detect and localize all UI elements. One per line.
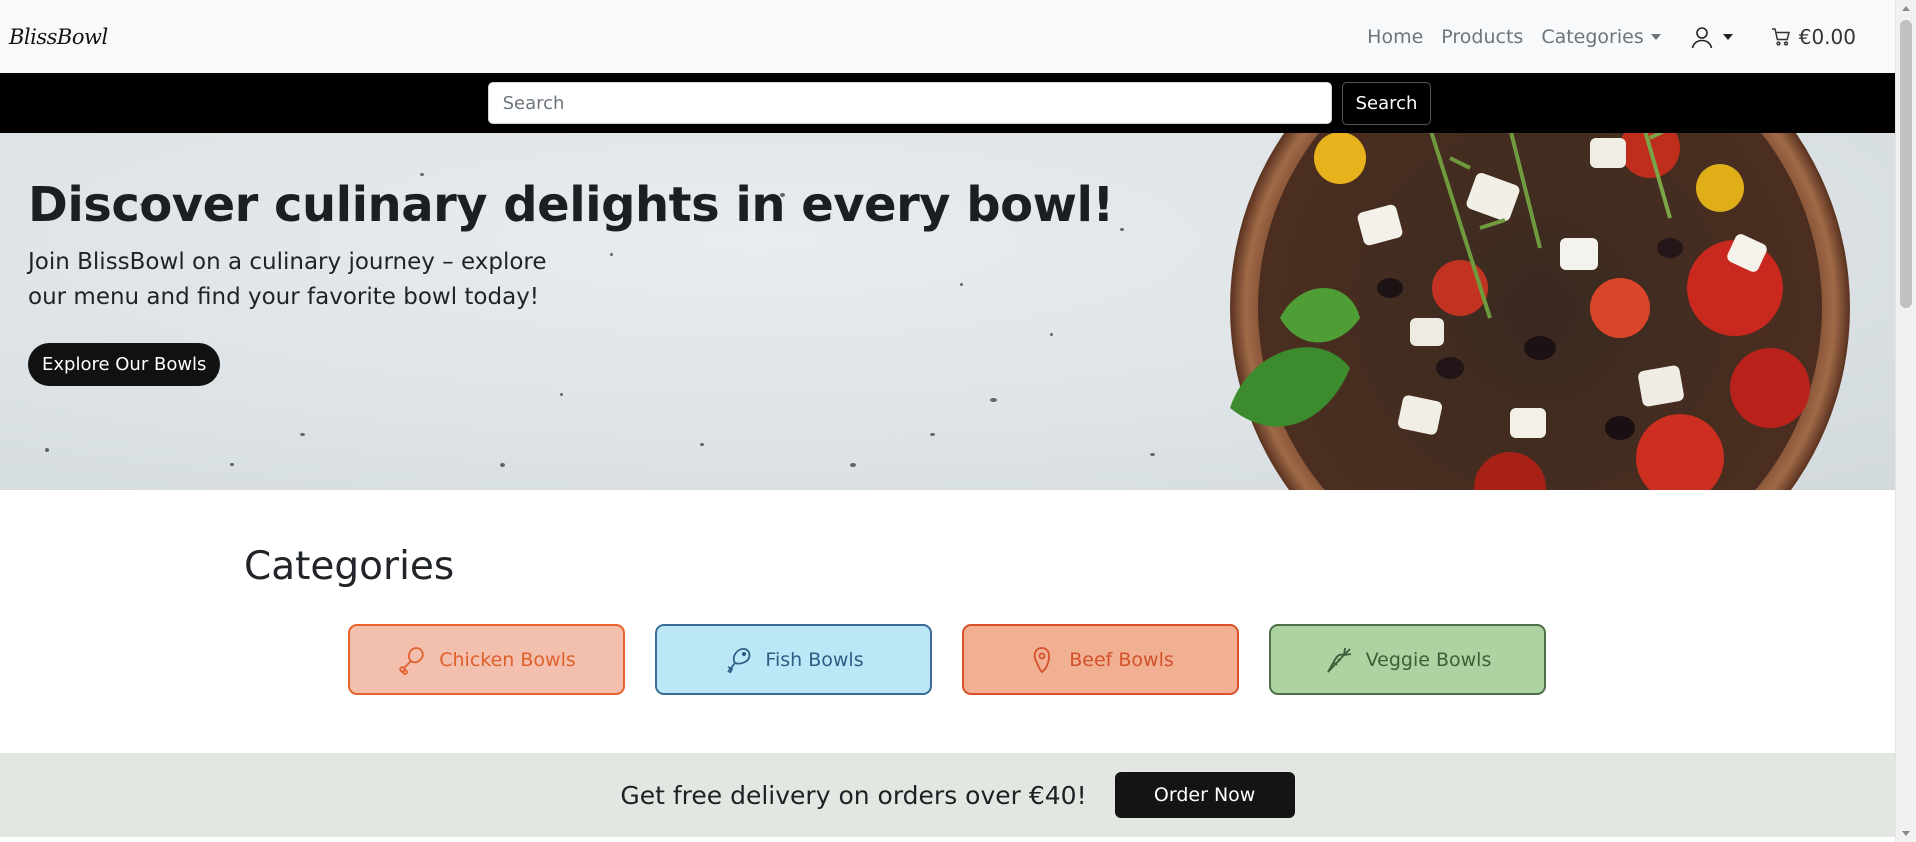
drumstick-icon: [399, 646, 424, 675]
hero-title: Discover culinary delights in every bowl…: [28, 177, 1114, 233]
caret-down-icon: [1650, 33, 1661, 40]
cart-icon: [1771, 27, 1790, 46]
search-input[interactable]: [487, 82, 1332, 124]
category-label: Beef Bowls: [1069, 648, 1174, 671]
explore-bowls-button[interactable]: Explore Our Bowls: [28, 343, 221, 386]
cart-button[interactable]: €0.00: [1771, 25, 1856, 49]
fish-icon: [727, 647, 751, 673]
promo-text: Get free delivery on orders over €40!: [620, 780, 1087, 810]
hero-subtitle: Join BlissBowl on a culinary journey – e…: [28, 249, 547, 310]
category-label: Chicken Bowls: [439, 648, 576, 671]
category-veggie-bowls[interactable]: Veggie Bowls: [1269, 624, 1546, 695]
page-scrollbar[interactable]: [1895, 0, 1916, 842]
scroll-down-icon[interactable]: [1902, 831, 1910, 836]
salad-bowl-image: [1210, 133, 1870, 490]
category-label: Veggie Bowls: [1365, 648, 1492, 671]
category-beef-bowls[interactable]: Beef Bowls: [962, 624, 1239, 695]
page: BlissBowl Home Products Categories €0.00…: [0, 0, 1895, 842]
brand-logo[interactable]: BlissBowl: [9, 25, 108, 49]
nav-link-products[interactable]: Products: [1432, 26, 1532, 48]
cart-total: €0.00: [1798, 24, 1856, 49]
search-button[interactable]: Search: [1341, 81, 1432, 125]
category-list: Chicken Bowls Fish Bowls Beef Bowls Vegg…: [348, 624, 1546, 695]
category-label: Fish Bowls: [765, 648, 864, 671]
categories-section: Categories Chicken Bowls Fish Bowls Beef…: [0, 490, 1895, 753]
scroll-up-icon[interactable]: [1902, 6, 1910, 11]
user-account-dropdown[interactable]: [1690, 25, 1733, 49]
nav-links: Home Products Categories €0.00: [1358, 25, 1856, 49]
carrot-icon: [1326, 647, 1351, 673]
hero-text: Discover culinary delights in every bowl…: [28, 177, 1114, 386]
nav-link-home[interactable]: Home: [1358, 26, 1432, 48]
scrollbar-thumb[interactable]: [1900, 20, 1912, 308]
hero-banner: Discover culinary delights in every bowl…: [0, 133, 1895, 490]
search-bar: Search: [0, 73, 1895, 133]
order-now-button[interactable]: Order Now: [1114, 772, 1295, 818]
promo-banner: Get free delivery on orders over €40! Or…: [0, 753, 1895, 837]
steak-icon: [1034, 646, 1051, 673]
category-chicken-bowls[interactable]: Chicken Bowls: [348, 624, 625, 695]
categories-heading: Categories: [244, 544, 455, 589]
caret-down-icon: [1722, 33, 1733, 40]
category-fish-bowls[interactable]: Fish Bowls: [655, 624, 932, 695]
nav-link-categories-dropdown[interactable]: Categories: [1532, 26, 1669, 48]
navbar: BlissBowl Home Products Categories €0.00: [0, 0, 1895, 73]
nav-link-categories-label: Categories: [1541, 25, 1644, 48]
user-icon: [1691, 26, 1713, 48]
